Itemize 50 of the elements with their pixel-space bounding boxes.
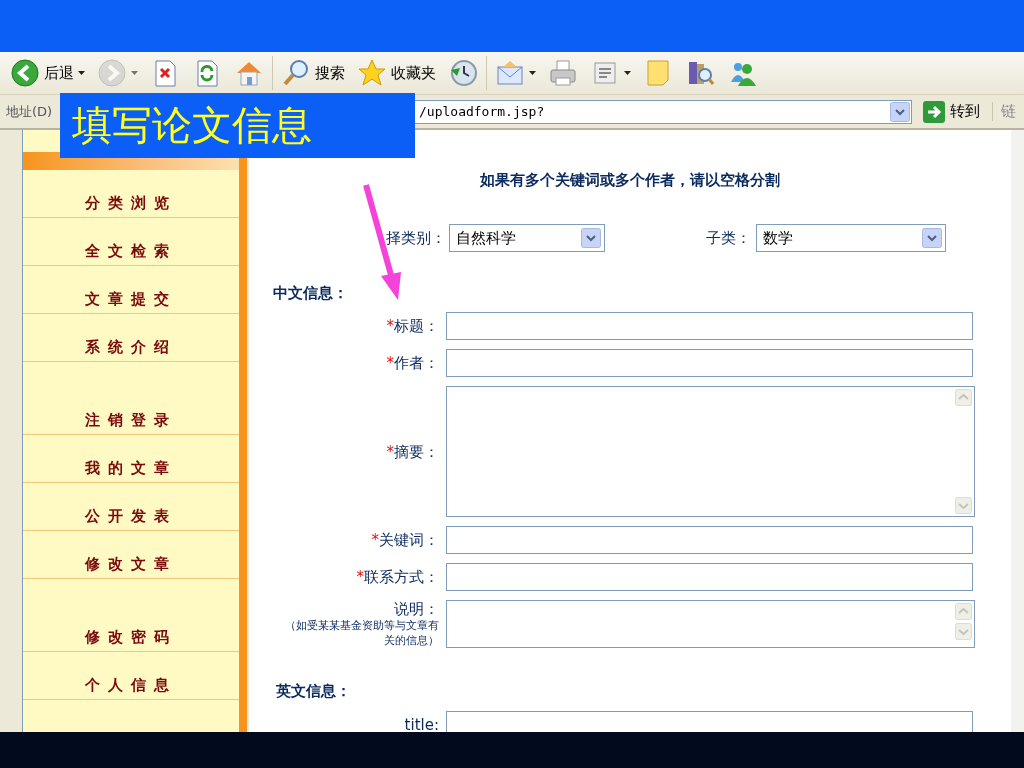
star-icon bbox=[357, 58, 387, 88]
scroll-up-button[interactable] bbox=[955, 603, 972, 620]
sidebar-item[interactable]: 公开发表 bbox=[23, 483, 239, 531]
section-heading: 中文信息： bbox=[273, 285, 349, 301]
field-label: 说明： bbox=[394, 600, 439, 618]
field-label: *联系方式： bbox=[356, 568, 439, 586]
field-label: *作者： bbox=[386, 354, 439, 372]
envelope-icon bbox=[495, 58, 525, 88]
field-label: 子类： bbox=[706, 228, 752, 248]
sidebar-item[interactable]: 修改密码 bbox=[23, 604, 239, 652]
back-button[interactable]: 后退 bbox=[10, 56, 85, 90]
text-field[interactable] bbox=[446, 711, 973, 732]
printer-icon bbox=[548, 58, 578, 88]
field-note: （如受某某基金资助等与文章有关的信息） bbox=[284, 618, 439, 648]
text-field[interactable] bbox=[446, 563, 973, 591]
caret-icon[interactable] bbox=[78, 71, 85, 75]
sidebar-item[interactable]: 系统介绍 bbox=[23, 314, 239, 362]
sidebar-item[interactable]: 修改文章 bbox=[23, 531, 239, 579]
section-heading: 英文信息： bbox=[276, 683, 352, 699]
address-field[interactable]: /uploadform.jsp? bbox=[414, 99, 912, 124]
sidebar-item[interactable]: 分类浏览 bbox=[23, 170, 239, 218]
go-button[interactable]: 转到 bbox=[918, 97, 984, 126]
address-label: 地址(D) bbox=[6, 102, 54, 121]
scroll-down-button[interactable] bbox=[955, 623, 972, 640]
sidebar-item[interactable]: 注销登录 bbox=[23, 387, 239, 435]
caret-icon[interactable] bbox=[529, 71, 536, 75]
search-button[interactable]: 搜索 bbox=[281, 56, 345, 90]
text-area[interactable] bbox=[446, 600, 975, 648]
text-field[interactable] bbox=[446, 526, 973, 554]
clock-icon bbox=[448, 58, 478, 88]
form-hint: 如果有多个关键词或多个作者，请以空格分割 bbox=[479, 171, 781, 189]
sidebar-item[interactable]: 我的文章 bbox=[23, 435, 239, 483]
field-label: *标题： bbox=[386, 317, 439, 335]
field-label: *摘要： bbox=[386, 442, 439, 461]
category-dropdown[interactable]: 自然科学 bbox=[449, 224, 605, 252]
scroll-down-button[interactable] bbox=[955, 497, 972, 514]
title-banner: 填写论文信息 bbox=[60, 93, 415, 158]
sidebar-item[interactable]: 全文检索 bbox=[23, 218, 239, 266]
text-field[interactable] bbox=[446, 312, 973, 340]
sidebar-item[interactable]: 文章提交 bbox=[23, 266, 239, 314]
favorites-button[interactable]: 收藏夹 bbox=[357, 56, 436, 90]
field-label: 择类别： bbox=[386, 228, 446, 247]
scroll-up-button[interactable] bbox=[955, 389, 972, 406]
field-label: *关键词： bbox=[371, 531, 439, 549]
search-icon bbox=[281, 58, 311, 88]
field-label: title: bbox=[404, 716, 439, 732]
caret-icon[interactable] bbox=[624, 71, 631, 75]
sidebar-item[interactable]: 个人信息 bbox=[23, 652, 239, 700]
text-field[interactable] bbox=[446, 349, 973, 377]
subcategory-dropdown[interactable]: 数学 bbox=[756, 224, 946, 252]
